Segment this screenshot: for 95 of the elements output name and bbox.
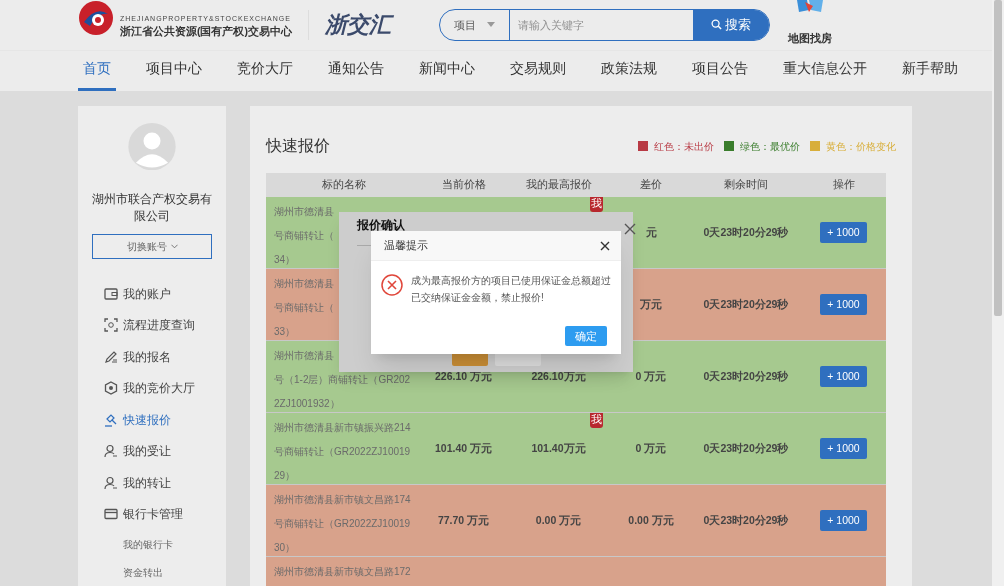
item-name: 29） (274, 469, 296, 483)
map-link[interactable]: 地图找房 (788, 30, 832, 47)
price-value: 101.40万元 (531, 440, 586, 456)
nav-tab[interactable]: 通知公告 (323, 50, 389, 91)
bid-button[interactable]: + 1000 (820, 366, 867, 387)
dialog-title: 报价确认 (357, 218, 405, 232)
time-remaining: 0天23时20分29秒 (703, 296, 789, 312)
avatar (127, 123, 177, 171)
dialog-title: 温馨提示 (384, 238, 428, 254)
company-name: 湖州市联合产权交易有限公司 (91, 191, 213, 226)
price-value: 101.40 万元 (434, 440, 492, 456)
item-name: 号（1-2层）商铺转让（GR202 (274, 373, 411, 387)
price-value: 77.70 万元 (437, 512, 490, 528)
bid-button[interactable]: + 1000 (820, 438, 867, 459)
bid-button[interactable]: + 1000 (820, 294, 867, 315)
chevron-down-icon (170, 244, 178, 250)
pen-icon (104, 349, 118, 364)
price-value: 元 (645, 224, 657, 240)
item-name: 湖州市德清县新市镇文昌路174 (274, 493, 411, 507)
item-name: 33） (274, 325, 296, 339)
time-remaining: 0天23时20分29秒 (703, 440, 789, 456)
search-bar[interactable]: 项目 请输入关键字 搜索 (439, 8, 770, 41)
submenu-item[interactable]: 我的银行卡 (123, 536, 173, 552)
alert-message: 成为最高报价方的项目已使用保证金总额超过已交纳保证金金额，禁止报价! (411, 274, 612, 305)
nav-tab[interactable]: 交易规则 (505, 50, 571, 91)
nav-tab[interactable]: 项目公告 (687, 50, 753, 91)
nav-tab[interactable]: 竞价大厅 (232, 50, 298, 91)
item-name: 30） (274, 541, 296, 555)
legend-label: 红色：未出价 (654, 139, 714, 154)
scan-icon (104, 318, 118, 333)
column-header: 操作 (832, 177, 855, 193)
error-icon (381, 274, 403, 296)
legend-label: 绿色：最优价 (740, 139, 800, 154)
sidebar-item[interactable]: 银行卡管理 (123, 505, 183, 524)
price-value: 0.00 万元 (535, 512, 582, 528)
scrollbar[interactable] (992, 0, 1004, 586)
sidebar-item[interactable]: 我的账户 (123, 284, 171, 303)
column-header: 剩余时间 (724, 177, 768, 193)
search-button[interactable]: 搜索 (693, 9, 769, 40)
nav-tab[interactable]: 新闻中心 (414, 50, 480, 91)
submenu-item[interactable]: 资金转出 (123, 564, 163, 580)
close-icon[interactable] (600, 240, 610, 251)
legend-label: 黄色：价格变化 (826, 139, 896, 154)
bid-button[interactable]: + 1000 (820, 510, 867, 531)
item-name: 湖州市德清县 (274, 277, 334, 291)
time-remaining: 0天23时20分29秒 (703, 512, 789, 528)
nav-tab[interactable]: 首页 (78, 50, 116, 91)
item-name: 号商铺转让（ (274, 301, 334, 315)
caret-icon (487, 22, 495, 28)
item-name: 号商铺转让（GR2022ZJ10019 (274, 517, 411, 531)
item-name: 湖州市德清县 (274, 349, 334, 363)
item-name: 号商铺转让（GR2022ZJ10019 (274, 445, 411, 459)
column-header: 差价 (640, 177, 662, 193)
logo-name: 浙江省公共资源(国有产权)交易中心 (120, 23, 292, 38)
price-value: 0 万元 (635, 368, 667, 384)
sidebar-item[interactable]: 我的受让 (123, 442, 171, 461)
sidebar-item[interactable]: 我的转让 (123, 473, 171, 492)
item-name: 2ZJ1001932） (274, 397, 340, 411)
my-bid-badge: 我 (590, 197, 603, 212)
price-value: 0.00 万元 (628, 512, 674, 528)
user-icon (104, 444, 118, 459)
item-name: 湖州市德清县新市镇振兴路214 (274, 421, 411, 435)
nav-tab[interactable]: 政策法规 (596, 50, 662, 91)
price-value: 0 万元 (635, 440, 667, 456)
my-bid-badge: 我 (590, 413, 603, 428)
wallet-icon (104, 286, 118, 301)
hexagon-icon (104, 381, 118, 396)
item-name: 34） (274, 253, 296, 267)
price-value: 万元 (640, 296, 662, 312)
sidebar-item[interactable]: 流程进度查询 (123, 316, 195, 335)
sidebar-item[interactable]: 我的竞价大厅 (123, 379, 195, 398)
search-icon (711, 19, 722, 31)
item-name: 湖州市德清县 (274, 205, 334, 219)
sidebar-item[interactable]: 我的报名 (123, 347, 171, 366)
column-header: 标的名称 (321, 177, 366, 193)
bid-button[interactable]: + 1000 (820, 222, 867, 243)
switch-account-button[interactable]: 切换账号 (92, 234, 212, 259)
logo-icon (78, 0, 114, 36)
item-name: 湖州市德清县新市镇文昌路172 (274, 565, 411, 579)
card-icon (104, 507, 118, 522)
column-header: 我的最高报价 (525, 177, 592, 193)
map-icon (795, 0, 825, 14)
scrollbar-thumb[interactable] (994, 0, 1002, 316)
nav-tab[interactable]: 新手帮助 (897, 50, 963, 91)
nav-tab[interactable]: 重大信息公开 (778, 50, 872, 91)
category-dropdown[interactable]: 项目 (440, 9, 510, 40)
gavel-icon (104, 412, 118, 427)
item-name: 号商铺转让（ (274, 229, 334, 243)
column-header: 当前价格 (441, 177, 486, 193)
nav-tab[interactable]: 项目中心 (141, 50, 207, 91)
user-icon (104, 475, 118, 490)
time-remaining: 0天23时20分29秒 (703, 224, 789, 240)
section-title: 快速报价 (266, 136, 330, 156)
sidebar-item[interactable]: 快速报价 (123, 410, 171, 429)
time-remaining: 0天23时20分29秒 (703, 368, 789, 384)
